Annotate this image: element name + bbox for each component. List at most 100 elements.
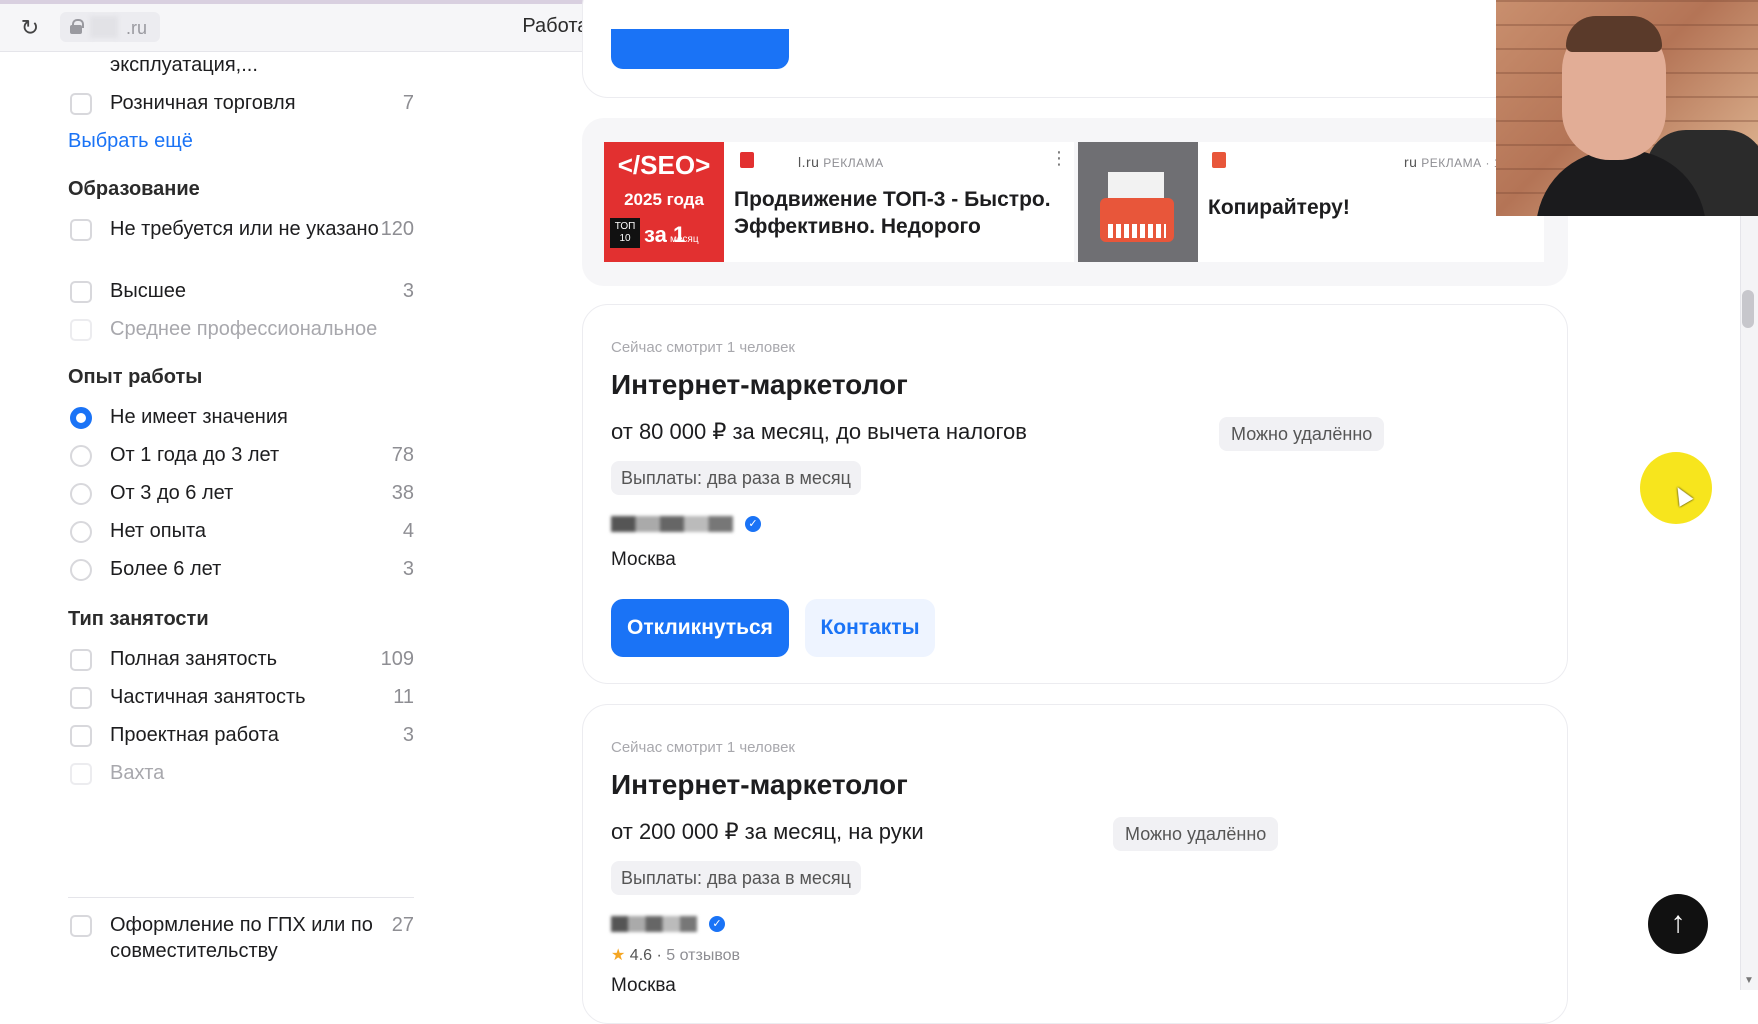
seo-image-year: 2025 года [624, 190, 704, 209]
ad-meta: ru РЕКЛАМА · 16 [1404, 154, 1508, 170]
ad-title[interactable]: Продвижение ТОП-3 - Быстро. Эффективно. … [734, 186, 1064, 240]
filter-label: Частичная занятость [110, 686, 306, 708]
vacancy-salary: от 80 000 ₽ за месяц, до вычета налогов [611, 419, 1027, 444]
webcam-overlay [1496, 0, 1758, 216]
filter-count: 7 [402, 92, 414, 114]
filter-label: Проектная работа [110, 724, 279, 746]
filter-radio[interactable] [70, 445, 92, 467]
filter-label: От 1 года до 3 лет [110, 444, 280, 466]
reviews-count: 5 отзывов [666, 947, 741, 964]
filter-radio[interactable] [70, 521, 92, 543]
typewriter-keys [1108, 224, 1166, 238]
filter-label: Не требуется или не указано [110, 218, 379, 240]
lock-icon [70, 19, 84, 34]
filter-count: 120 [380, 218, 414, 240]
filter-checkbox[interactable] [70, 763, 92, 785]
vacancy-salary: от 200 000 ₽ за месяц, на руки [611, 819, 924, 844]
filter-checkbox[interactable] [70, 281, 92, 303]
filter-label: Оформление по ГПХ или по совместительств… [110, 914, 373, 962]
vacancy-card: Сейчас смотрит 1 человек Интернет-маркет… [582, 304, 1568, 684]
ad-favicon-icon [1212, 152, 1226, 168]
filter-count: 3 [402, 558, 414, 580]
copywriter-ad-image [1078, 142, 1198, 262]
ad-meta: l.ru РЕКЛАМА [798, 154, 884, 170]
scroll-to-top-button[interactable]: ↑ [1648, 894, 1708, 954]
contacts-button[interactable]: Контакты [805, 599, 935, 657]
ad-domain: l.ru [798, 154, 820, 170]
education-heading: Образование [68, 178, 200, 200]
reload-icon[interactable]: ↻ [18, 16, 42, 40]
seo-image-month: месяц [670, 234, 699, 245]
filter-checkbox[interactable] [70, 687, 92, 709]
filter-checkbox[interactable] [70, 725, 92, 747]
ad-title[interactable]: Копирайтеру! [1208, 194, 1508, 221]
filter-checkbox[interactable] [70, 219, 92, 241]
filter-radio[interactable] [70, 559, 92, 581]
blurred-company-name [611, 515, 733, 532]
filter-row-gph[interactable]: Оформление по ГПХ или по совместительств… [68, 912, 414, 964]
vacancy-card-previous [582, 0, 1568, 98]
filter-count: 3 [402, 280, 414, 302]
employment-heading: Тип занятости [68, 608, 209, 630]
address-bar[interactable]: .ru [60, 12, 160, 42]
remote-badge: Можно удалённо [1219, 417, 1385, 451]
filter-label: Вахта [110, 762, 165, 784]
vacancy-city: Москва [611, 975, 676, 996]
filters-sidebar: эксплуатация,... Розничная торговля 7 Вы… [0, 52, 440, 990]
filter-count: 38 [391, 482, 414, 504]
vacancy-card: Сейчас смотрит 1 человек Интернет-маркет… [582, 704, 1568, 1024]
filter-label: Не имеет значения [110, 406, 288, 428]
blurred-domain [90, 16, 118, 38]
verified-check-icon: ✓ [745, 515, 761, 532]
page-scrollbar[interactable] [1740, 216, 1758, 990]
filter-label: Полная занятость [110, 648, 278, 670]
seo-image-top-badge: ТОП 10 [610, 218, 640, 248]
filter-count: 11 [393, 686, 414, 708]
filter-label: Среднее профессиональное [110, 318, 378, 340]
vacancy-title[interactable]: Интернет-маркетолог [611, 769, 908, 801]
respond-button[interactable]: Откликнуться [611, 599, 789, 657]
filter-label: Розничная торговля [110, 92, 296, 114]
respond-button-previous[interactable] [611, 29, 789, 69]
ad-strip: </SEO> 2025 года ТОП 10 за 1 месяц l.ru … [582, 118, 1568, 286]
seo-ad-image: </SEO> 2025 года ТОП 10 за 1 месяц [604, 142, 724, 262]
company-name[interactable]: ✓ [611, 915, 811, 935]
company-name[interactable]: ✓ [611, 515, 761, 535]
filter-checkbox[interactable] [70, 915, 92, 937]
arrow-up-icon: ↑ [1670, 906, 1686, 939]
star-icon: ★ [611, 947, 626, 964]
vacancy-title[interactable]: Интернет-маркетолог [611, 369, 908, 401]
viewers-count: Сейчас смотрит 1 человек [611, 339, 795, 356]
filter-count: 4 [402, 520, 414, 542]
scroll-down-arrow-icon[interactable]: ▼ [1740, 972, 1758, 990]
ad-tag: РЕКЛАМА [823, 156, 884, 170]
filter-checkbox[interactable] [70, 93, 92, 115]
payout-badge: Выплаты: два раза в месяц [611, 461, 861, 495]
rating-value: 4.6 [629, 947, 653, 964]
ad-card-copywriter[interactable]: ru РЕКЛАМА · 16 Копирайтеру! [1078, 142, 1544, 262]
filter-count: 27 [391, 914, 414, 936]
payout-badge: Выплаты: два раза в месяц [611, 861, 861, 895]
filter-count: 3 [402, 724, 414, 746]
blurred-company-name [611, 915, 697, 932]
filter-count: 78 [391, 444, 414, 466]
filter-checkbox[interactable] [70, 319, 92, 341]
vacancy-city: Москва [611, 549, 676, 570]
filter-radio-selected[interactable] [70, 407, 92, 429]
show-more-link[interactable]: Выбрать ещё [68, 130, 193, 153]
filter-checkbox[interactable] [70, 649, 92, 671]
more-options-icon[interactable]: ⋮ [1050, 148, 1068, 169]
person-hair [1566, 16, 1662, 52]
filter-label: От 3 до 6 лет [110, 482, 234, 504]
ad-card-seo[interactable]: </SEO> 2025 года ТОП 10 за 1 месяц l.ru … [604, 142, 1074, 262]
filter-radio[interactable] [70, 483, 92, 505]
address-domain: .ru [126, 18, 148, 38]
filter-row-education-none[interactable]: Не требуется или не указано 120 [68, 216, 414, 268]
filter-label: Более 6 лет [110, 558, 222, 580]
filter-label: Нет опыта [110, 520, 207, 542]
remote-badge: Можно удалённо [1113, 817, 1279, 851]
company-rating[interactable]: ★ 4.6 · 5 отзывов [611, 945, 740, 965]
viewers-count: Сейчас смотрит 1 человек [611, 739, 795, 756]
verified-check-icon: ✓ [709, 915, 725, 932]
scrollbar-thumb[interactable] [1742, 290, 1754, 328]
